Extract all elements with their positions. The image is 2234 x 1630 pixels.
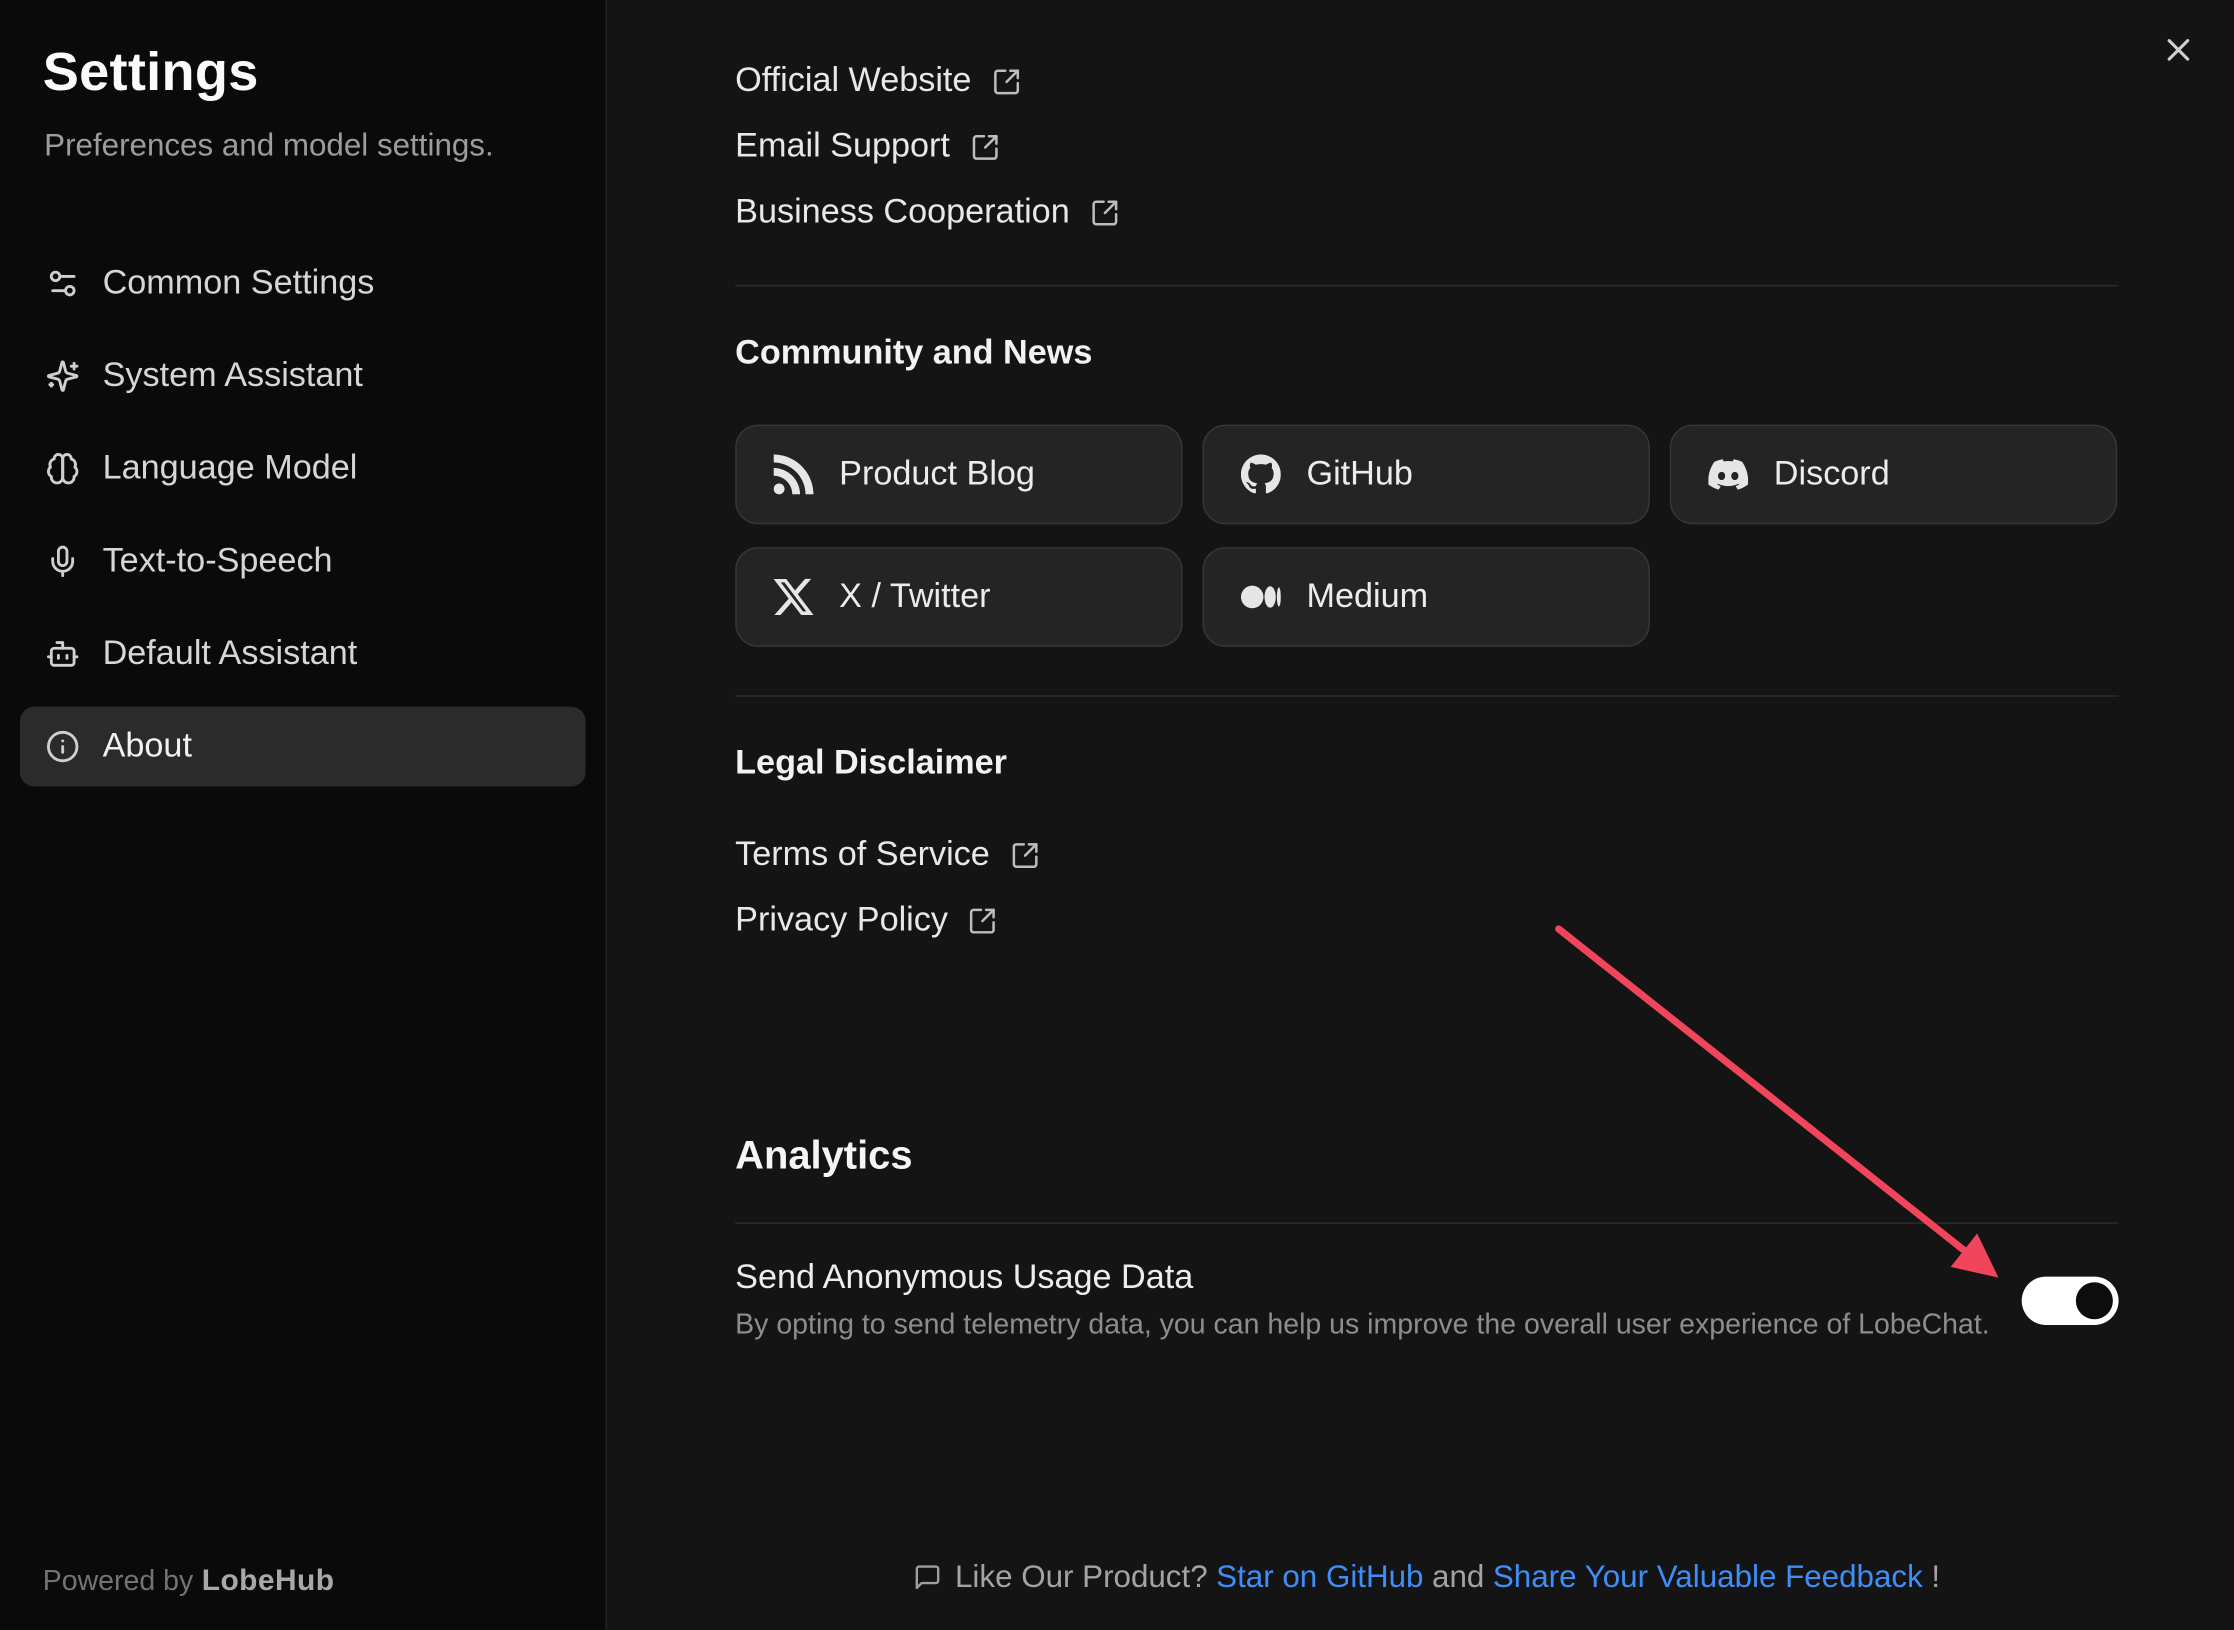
link-label: Terms of Service [735, 835, 990, 875]
terms-of-service-link[interactable]: Terms of Service [735, 822, 1039, 888]
page-subtitle: Preferences and model settings. [44, 127, 605, 164]
settings-sidebar: Settings Preferences and model settings.… [0, 0, 607, 1630]
button-label: Discord [1774, 454, 1890, 494]
external-link-icon [1010, 840, 1040, 870]
footer-suffix: ! [1931, 1559, 1940, 1595]
settings-nav: Common Settings System Assistant Languag… [0, 244, 606, 787]
analytics-heading: Analytics [735, 1133, 2118, 1179]
info-icon [46, 729, 80, 763]
toggle-knob [2076, 1282, 2113, 1319]
sidebar-item-common-settings[interactable]: Common Settings [20, 244, 586, 324]
about-content: Contact Us Official Website Email Suppor… [735, 0, 2118, 1342]
link-label: Email Support [735, 127, 950, 167]
community-buttons: Product Blog GitHub Discord [735, 425, 2118, 647]
x-icon [774, 577, 814, 617]
message-square-icon [914, 1563, 942, 1591]
setting-label: Send Anonymous Usage Data [735, 1258, 1990, 1298]
lobehub-brand: LobeHub [202, 1564, 335, 1597]
x-twitter-button[interactable]: X / Twitter [735, 547, 1182, 647]
bot-icon [46, 637, 80, 671]
page-title: Settings [43, 43, 606, 104]
medium-icon [1241, 577, 1281, 617]
divider [735, 1222, 2118, 1223]
footer-prefix: Like Our Product? [955, 1559, 1208, 1595]
sidebar-item-default-assistant[interactable]: Default Assistant [20, 614, 586, 694]
sidebar-item-label: Language Model [103, 449, 358, 489]
sidebar-item-language-model[interactable]: Language Model [20, 429, 586, 509]
powered-by: Powered by LobeHub [43, 1564, 335, 1598]
rss-icon [774, 454, 814, 494]
legal-links: Terms of Service Privacy Policy [735, 822, 2118, 953]
button-label: X / Twitter [839, 577, 990, 617]
sliders-icon [46, 266, 80, 300]
external-link-icon [968, 905, 998, 935]
setting-description: By opting to send telemetry data, you ca… [735, 1309, 1990, 1342]
settings-modal: Settings Preferences and model settings.… [0, 0, 2234, 1630]
about-panel: Contact Us Official Website Email Suppor… [607, 0, 2234, 1630]
footer-note: Like Our Product?Star on GitHubandShare … [735, 1559, 2118, 1596]
powered-by-text: Powered by [43, 1566, 193, 1597]
sidebar-item-about[interactable]: About [20, 707, 586, 787]
brain-icon [46, 452, 80, 486]
sidebar-item-label: Default Assistant [103, 634, 358, 674]
analytics-setting-row: Send Anonymous Usage Data By opting to s… [735, 1258, 2118, 1342]
usage-data-toggle[interactable] [2022, 1276, 2119, 1324]
sidebar-item-system-assistant[interactable]: System Assistant [20, 336, 586, 416]
contact-us-heading: Contact Us [735, 0, 915, 9]
external-link-icon [991, 66, 1021, 96]
community-heading: Community and News [735, 333, 2118, 373]
legal-heading: Legal Disclaimer [735, 744, 2118, 784]
product-blog-button[interactable]: Product Blog [735, 425, 1182, 525]
sidebar-item-label: System Assistant [103, 356, 363, 396]
sidebar-item-label: Common Settings [103, 264, 375, 304]
star-on-github-link[interactable]: Star on GitHub [1216, 1559, 1423, 1595]
external-link-icon [1090, 197, 1120, 227]
medium-button[interactable]: Medium [1202, 547, 1649, 647]
external-link-icon [970, 132, 1000, 162]
footer-middle: and [1432, 1559, 1484, 1595]
sparkles-icon [46, 359, 80, 393]
discord-button[interactable]: Discord [1670, 425, 2117, 525]
divider [735, 695, 2118, 696]
button-label: Product Blog [839, 454, 1035, 494]
discord-icon [1708, 454, 1748, 494]
button-label: Medium [1306, 577, 1428, 617]
link-label: Business Cooperation [735, 192, 1070, 232]
privacy-policy-link[interactable]: Privacy Policy [735, 888, 998, 954]
sidebar-item-label: Text-to-Speech [103, 541, 333, 581]
close-button[interactable] [2154, 26, 2202, 74]
github-icon [1241, 454, 1281, 494]
setting-text: Send Anonymous Usage Data By opting to s… [735, 1258, 1990, 1342]
sidebar-item-label: About [103, 727, 192, 767]
mic-icon [46, 544, 80, 578]
github-button[interactable]: GitHub [1202, 425, 1649, 525]
email-support-link[interactable]: Email Support [735, 114, 1000, 180]
business-cooperation-link[interactable]: Business Cooperation [735, 180, 1119, 246]
official-website-link[interactable]: Official Website [735, 48, 1021, 114]
link-label: Official Website [735, 61, 971, 101]
divider [735, 285, 2118, 286]
button-label: GitHub [1306, 454, 1412, 494]
sidebar-item-text-to-speech[interactable]: Text-to-Speech [20, 521, 586, 601]
close-icon [2160, 31, 2197, 68]
link-label: Privacy Policy [735, 900, 948, 940]
share-feedback-link[interactable]: Share Your Valuable Feedback [1493, 1559, 1923, 1595]
